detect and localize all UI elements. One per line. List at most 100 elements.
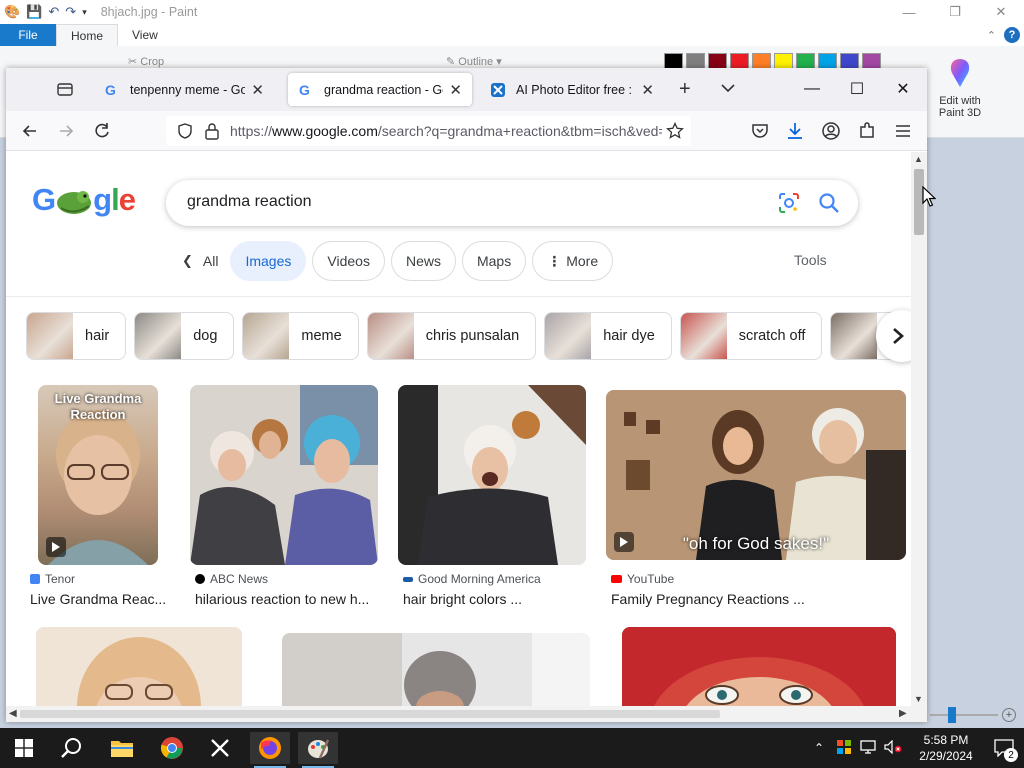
browser-close-button[interactable]: ✕ xyxy=(892,78,914,100)
image-result-5[interactable] xyxy=(36,627,242,706)
browser-tab-2[interactable]: G grandma reaction - Google ✕ xyxy=(288,73,472,106)
taskbar-firefox[interactable] xyxy=(250,732,290,768)
lock-icon[interactable] xyxy=(204,122,220,140)
taskbar-chrome[interactable] xyxy=(152,732,192,764)
show-hidden-icons-icon[interactable]: ⌃ xyxy=(814,741,824,755)
paint-tab-home[interactable]: Home xyxy=(56,24,119,46)
pocket-icon[interactable] xyxy=(750,121,770,141)
filter-videos[interactable]: Videos xyxy=(312,241,385,281)
image-result-1[interactable]: Live Grandma Reaction xyxy=(38,385,158,565)
edit-with-paint3d-button[interactable]: Edit with Paint 3D xyxy=(932,58,988,119)
browser-tab-3[interactable]: AI Photo Editor free : Pixlr ✕ xyxy=(480,73,664,106)
image-result-3[interactable] xyxy=(398,385,586,565)
taskbar-paint[interactable] xyxy=(298,732,338,768)
filter-more[interactable]: ⋮ More xyxy=(532,241,614,281)
google-lens-icon[interactable] xyxy=(778,192,800,214)
color-swatch[interactable] xyxy=(752,53,771,69)
color-swatch[interactable] xyxy=(796,53,815,69)
browser-tab-1[interactable]: G tenpenny meme - Google ✕ xyxy=(94,73,274,106)
ribbon-minimize-icon[interactable]: ⌃ xyxy=(987,29,996,42)
security-icon[interactable] xyxy=(836,739,852,758)
image-result-7[interactable] xyxy=(622,627,896,706)
network-icon[interactable] xyxy=(860,739,876,757)
downloads-icon[interactable] xyxy=(785,121,805,141)
back-icon[interactable] xyxy=(20,121,40,141)
bookmark-star-icon[interactable] xyxy=(666,122,684,140)
volume-muted-icon[interactable] xyxy=(884,739,902,757)
account-icon[interactable] xyxy=(821,121,841,141)
save-icon[interactable]: 💾 xyxy=(26,4,42,20)
customize-qa-icon[interactable]: ▾ xyxy=(82,7,87,18)
scroll-right-icon[interactable]: ▶ xyxy=(899,708,907,719)
forward-icon[interactable] xyxy=(56,121,76,141)
related-search-chip[interactable]: scratch off xyxy=(679,312,823,360)
related-search-chip[interactable]: chris punsalan xyxy=(366,312,537,360)
new-tab-button[interactable]: + xyxy=(679,78,691,101)
scroll-left-icon[interactable]: ◀ xyxy=(9,708,17,719)
taskbar-file-explorer[interactable] xyxy=(102,732,142,764)
tools-button[interactable]: Tools xyxy=(794,252,827,268)
firefox-view-icon[interactable] xyxy=(56,80,74,98)
undo-icon[interactable]: ↶ xyxy=(48,4,59,20)
list-all-tabs-icon[interactable] xyxy=(720,80,736,96)
color-swatch[interactable] xyxy=(730,53,749,69)
close-tab-icon[interactable]: ✕ xyxy=(449,81,462,99)
result-title[interactable]: hilarious reaction to new h... xyxy=(195,591,369,607)
color-swatch[interactable] xyxy=(708,53,727,69)
scroll-down-icon[interactable]: ▼ xyxy=(914,694,923,704)
result-source[interactable]: ABC News xyxy=(195,572,268,586)
result-title[interactable]: hair bright colors ... xyxy=(403,591,522,607)
start-button[interactable] xyxy=(4,732,44,764)
result-source[interactable]: Good Morning America xyxy=(403,572,541,586)
related-search-chip[interactable]: hair xyxy=(26,312,127,360)
horizontal-scrollbar[interactable]: ◀ ▶ xyxy=(6,706,927,722)
paint-restore-button[interactable]: ❐ xyxy=(932,0,978,24)
filter-maps[interactable]: Maps xyxy=(461,241,527,281)
search-box[interactable]: grandma reaction xyxy=(166,180,858,226)
crop-button[interactable]: ✂ Crop xyxy=(128,55,164,68)
search-icon[interactable] xyxy=(818,192,840,214)
filter-news[interactable]: News xyxy=(390,241,456,281)
paint-close-button[interactable]: ✕ xyxy=(978,0,1024,24)
url-bar[interactable]: https://www.google.com/search?q=grandma+… xyxy=(166,116,691,146)
clock[interactable]: 5:58 PM 2/29/2024 xyxy=(908,732,984,764)
browser-maximize-button[interactable]: ☐ xyxy=(846,78,868,100)
zoom-slider[interactable] xyxy=(930,707,998,723)
menu-icon[interactable] xyxy=(893,121,913,141)
image-result-4[interactable]: "oh for God sakes!" xyxy=(606,390,906,560)
image-result-6[interactable] xyxy=(282,633,590,706)
tracking-protection-icon[interactable] xyxy=(176,122,194,140)
notifications-button[interactable]: 2 xyxy=(984,728,1024,768)
related-search-chip[interactable]: dog xyxy=(134,312,235,360)
close-tab-icon[interactable]: ✕ xyxy=(641,81,654,99)
google-logo[interactable]: Ggle xyxy=(32,182,136,218)
color-swatch[interactable] xyxy=(840,53,859,69)
extensions-icon[interactable] xyxy=(857,121,877,141)
color-swatch[interactable] xyxy=(862,53,881,69)
filter-images[interactable]: Images xyxy=(230,241,307,281)
scroll-up-icon[interactable]: ▲ xyxy=(914,154,923,164)
taskbar-search-button[interactable] xyxy=(52,732,92,764)
color-swatch[interactable] xyxy=(818,53,837,69)
help-icon[interactable]: ? xyxy=(1004,27,1020,43)
taskbar-x[interactable] xyxy=(200,732,240,764)
close-tab-icon[interactable]: ✕ xyxy=(251,81,264,99)
color-swatch[interactable] xyxy=(686,53,705,69)
color-swatch[interactable] xyxy=(774,53,793,69)
reload-icon[interactable] xyxy=(92,121,112,141)
paint-tab-view[interactable]: View xyxy=(118,24,172,46)
redo-icon[interactable]: ↷ xyxy=(65,4,76,20)
paint-tab-file[interactable]: File xyxy=(0,24,56,46)
image-result-2[interactable] xyxy=(190,385,378,565)
result-source[interactable]: Tenor xyxy=(30,572,75,586)
result-title[interactable]: Family Pregnancy Reactions ... xyxy=(611,591,805,607)
browser-minimize-button[interactable]: — xyxy=(801,78,823,100)
color-swatch[interactable] xyxy=(664,53,683,69)
zoom-in-icon[interactable]: + xyxy=(1002,708,1016,722)
result-title[interactable]: Live Grandma Reac... xyxy=(30,591,166,607)
related-search-chip[interactable]: meme xyxy=(242,312,359,360)
vertical-scrollbar[interactable]: ▲ ▼ xyxy=(911,152,927,706)
related-search-chip[interactable]: hair dye xyxy=(544,312,672,360)
paint-minimize-button[interactable]: — xyxy=(886,0,932,24)
filter-all[interactable]: ❮ All xyxy=(176,241,224,281)
